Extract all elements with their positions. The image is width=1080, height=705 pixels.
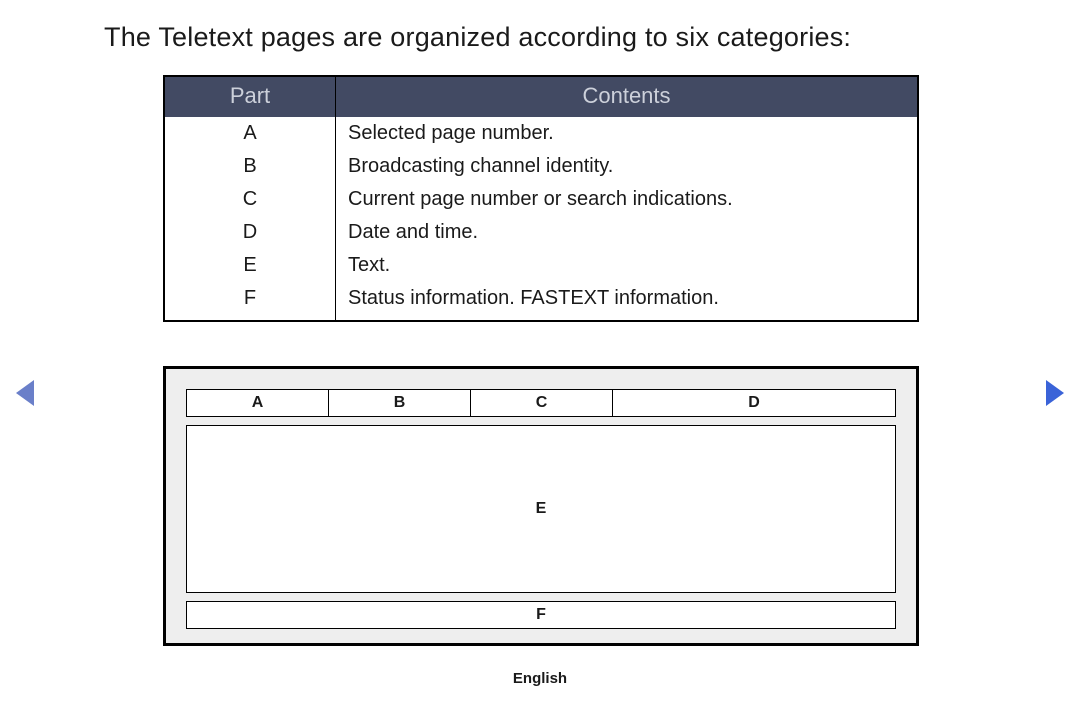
cell-part: B bbox=[164, 150, 336, 183]
footer-language: English bbox=[0, 670, 1080, 687]
table-row: B Broadcasting channel identity. bbox=[164, 150, 918, 183]
table-header: Part Contents bbox=[164, 76, 918, 117]
cell-part: C bbox=[164, 183, 336, 216]
region-a: A bbox=[186, 389, 328, 417]
screen-layout-diagram: A B C D E F bbox=[163, 366, 919, 646]
cell-contents: Status information. FASTEXT information. bbox=[336, 282, 919, 321]
cell-part: F bbox=[164, 282, 336, 321]
table-row: F Status information. FASTEXT informatio… bbox=[164, 282, 918, 321]
prev-page-button[interactable] bbox=[16, 380, 34, 406]
cell-contents: Current page number or search indication… bbox=[336, 183, 919, 216]
region-c: C bbox=[470, 389, 612, 417]
col-header-part: Part bbox=[164, 76, 336, 117]
table-row: C Current page number or search indicati… bbox=[164, 183, 918, 216]
cell-part: E bbox=[164, 249, 336, 282]
diagram-bottom-row: F bbox=[186, 601, 896, 629]
cell-contents: Date and time. bbox=[336, 216, 919, 249]
diagram-middle-row: E bbox=[186, 425, 896, 593]
region-d: D bbox=[612, 389, 896, 417]
cell-contents: Text. bbox=[336, 249, 919, 282]
page-title: The Teletext pages are organized accordi… bbox=[104, 22, 851, 53]
table-row: E Text. bbox=[164, 249, 918, 282]
cell-contents: Selected page number. bbox=[336, 117, 919, 150]
region-e: E bbox=[186, 425, 896, 593]
cell-part: D bbox=[164, 216, 336, 249]
region-b: B bbox=[328, 389, 470, 417]
table-row: D Date and time. bbox=[164, 216, 918, 249]
diagram-top-row: A B C D bbox=[186, 389, 896, 417]
cell-contents: Broadcasting channel identity. bbox=[336, 150, 919, 183]
col-header-contents: Contents bbox=[336, 76, 919, 117]
categories-table: Part Contents A Selected page number. B … bbox=[163, 75, 919, 322]
region-f: F bbox=[186, 601, 896, 629]
table-row: A Selected page number. bbox=[164, 117, 918, 150]
next-page-button[interactable] bbox=[1046, 380, 1064, 406]
cell-part: A bbox=[164, 117, 336, 150]
